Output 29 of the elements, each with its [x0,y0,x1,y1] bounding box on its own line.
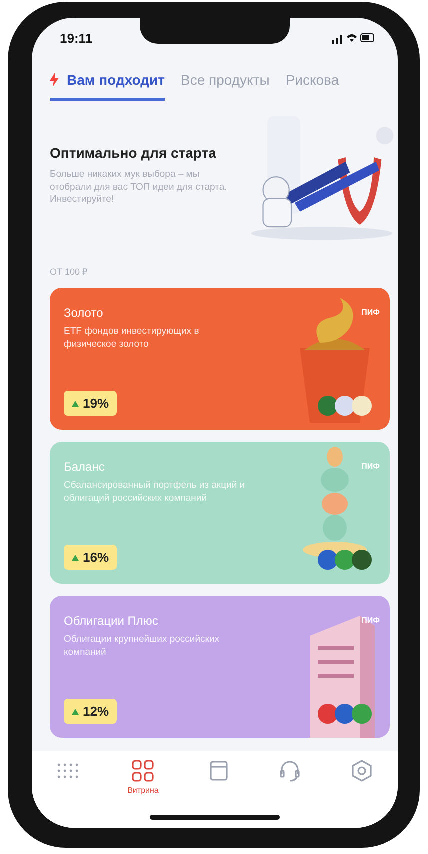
return-value: 16% [83,550,110,565]
card-title: Баланс [64,460,106,474]
hexagon-icon [350,759,374,783]
grid-icon [131,759,156,783]
status-icons [332,32,376,44]
fund-type-label: ПИФ [362,308,380,317]
status-time: 19:11 [60,30,93,46]
card-title: Золото [64,306,104,320]
tab[interactable]: Вам подходит [50,68,166,101]
nav-item[interactable]: Витрина [122,759,165,805]
section-label: ОТ 100 ₽ [49,266,89,279]
product-card[interactable]: Облигации Плюс Облигации крупнейших российских компаний 12% ПИФ [50,596,390,738]
card-title: Облигации Плюс [64,614,160,628]
up-triangle-icon [72,400,79,406]
up-triangle-icon [72,708,79,714]
card-description: ETF фондов инвестирующих в физическое золото [64,326,200,352]
fund-type-label: ПИФ [362,462,380,471]
return-value: 19% [83,396,110,411]
return-value: 12% [83,704,110,719]
up-triangle-icon [72,554,79,560]
hero-title: Оптимально для старта [50,145,218,162]
fund-type-label: ПИФ [362,616,380,625]
product-card[interactable]: Баланс Сбалансированный портфель из акций и облигаций российских компаний 16% ПИФ [50,442,390,584]
product-card[interactable]: Золото ETF фондов инвестирующих в физическое золото 19% ПИФ [50,288,390,430]
headset-icon [278,759,302,783]
hero-description: Больше никаких мук выбора – мы отобрали для вас ТОП идеи для старта. Инвестируйте! [50,169,228,207]
card-description: Сбалансированный портфель из акций и облигаций российских компаний [64,480,246,506]
lightning-icon [50,73,59,87]
card-description: Облигации крупнейших российских компаний [64,634,221,660]
